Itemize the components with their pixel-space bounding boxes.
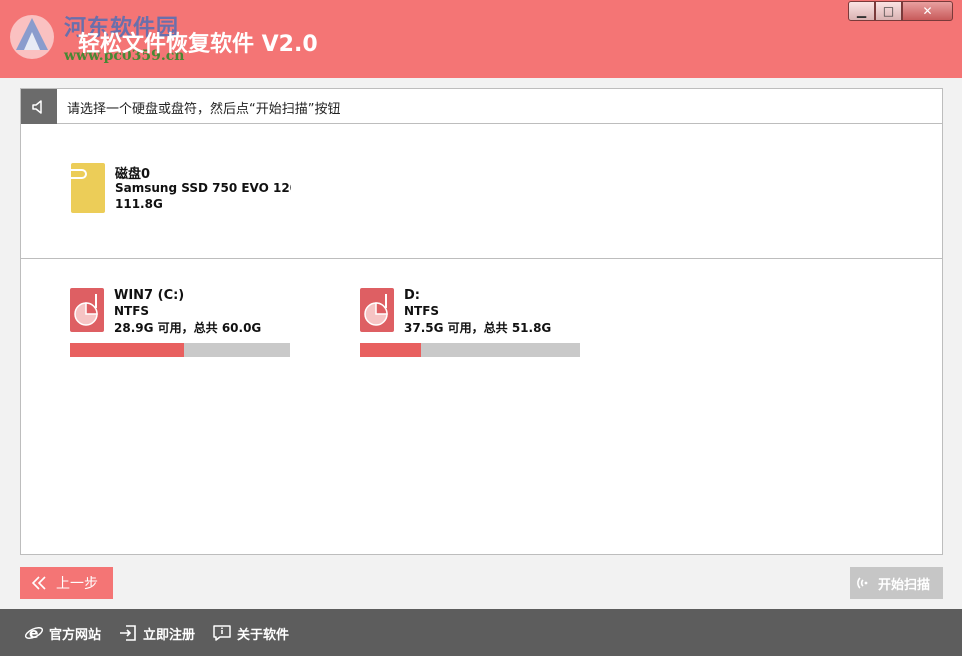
usage-bar <box>360 343 580 357</box>
partition-pie-icon <box>360 288 394 332</box>
disk-size: 111.8G <box>115 197 163 211</box>
info-speech-icon <box>213 625 231 641</box>
hard-drive-icon <box>71 163 105 213</box>
disk-model: Samsung SSD 750 EVO 120GB <box>115 181 291 195</box>
notice-text: 请选择一个硬盘或盘符，然后点“开始扫描”按钮 <box>67 102 341 117</box>
about-link[interactable]: 关于软件 <box>212 622 289 644</box>
register-link-label: 立即注册 <box>143 627 196 643</box>
minimize-icon: ▁ <box>856 4 867 18</box>
title-bar: 河东软件园 www.pc0359.cn 轻松文件恢复软件 V2.0 ▁ □ ✕ <box>0 0 962 78</box>
partition-space: 28.9G 可用，总共 60.0G <box>114 321 262 335</box>
footer-bar: e 官方网站 立即注册 关于软件 <box>0 609 962 656</box>
minimize-button[interactable]: ▁ <box>848 1 875 21</box>
svg-text:e: e <box>29 626 39 642</box>
partition-filesystem: NTFS <box>404 304 440 318</box>
usage-bar-fill <box>70 343 184 357</box>
watermark-logo-icon <box>10 15 54 59</box>
close-icon: ✕ <box>922 4 933 18</box>
maximize-button[interactable]: □ <box>875 1 902 21</box>
drive-selection-panel: 请选择一个硬盘或盘符，然后点“开始扫描”按钮 磁盘0 Samsung SSD 7… <box>20 88 943 555</box>
app-window: 河东软件园 www.pc0359.cn 轻松文件恢复软件 V2.0 ▁ □ ✕ … <box>0 0 962 656</box>
maximize-icon: □ <box>882 4 895 18</box>
app-title: 轻松文件恢复软件 V2.0 <box>78 32 318 57</box>
back-button[interactable]: 上一步 <box>20 567 113 599</box>
close-button[interactable]: ✕ <box>902 1 953 21</box>
usage-bar <box>70 343 290 357</box>
website-link[interactable]: e 官方网站 <box>24 622 101 644</box>
sign-in-icon <box>120 625 136 641</box>
register-link[interactable]: 立即注册 <box>118 622 195 644</box>
disk-list: 磁盘0 Samsung SSD 750 EVO 120GB 111.8G <box>21 125 942 259</box>
partition-name: D: <box>404 288 420 303</box>
start-scan-button[interactable]: 开始扫描 <box>850 567 943 599</box>
disk-name: 磁盘0 <box>115 167 151 182</box>
speaker-icon <box>21 89 57 124</box>
website-link-label: 官方网站 <box>49 627 102 643</box>
back-button-label: 上一步 <box>56 576 98 592</box>
browser-e-icon: e <box>24 626 44 642</box>
partition-space: 37.5G 可用，总共 51.8G <box>404 321 552 335</box>
double-chevron-left-icon <box>31 576 46 590</box>
start-scan-label: 开始扫描 <box>878 577 931 593</box>
partition-item-c[interactable]: WIN7 (C:) NTFS 28.9G 可用，总共 60.0G <box>70 288 292 358</box>
scan-wave-icon <box>857 577 868 589</box>
partition-name: WIN7 (C:) <box>114 288 185 303</box>
usage-bar-fill <box>360 343 421 357</box>
partition-pie-icon <box>70 288 104 332</box>
partition-filesystem: NTFS <box>114 304 150 318</box>
about-link-label: 关于软件 <box>237 627 290 643</box>
notice-bar: 请选择一个硬盘或盘符，然后点“开始扫描”按钮 <box>21 89 942 124</box>
partition-item-d[interactable]: D: NTFS 37.5G 可用，总共 51.8G <box>360 288 582 358</box>
